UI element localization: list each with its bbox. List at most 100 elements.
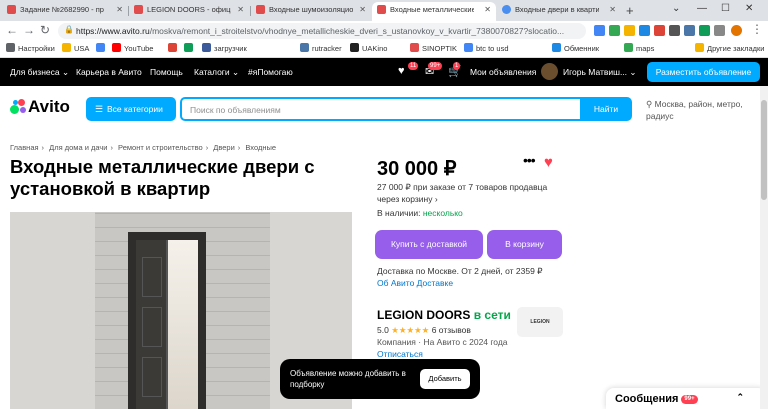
seller-company-info: Компания · На Авито с 2024 года (377, 337, 508, 347)
bookmark-item[interactable]: maps (624, 43, 654, 53)
gear-icon (6, 43, 15, 52)
buy-with-delivery-button[interactable]: Купить с доставкой (375, 230, 483, 259)
favorites-heart-icon[interactable]: ♥ (398, 65, 405, 77)
extension-icon[interactable] (654, 25, 665, 36)
tab-favicon-icon (377, 5, 386, 14)
for-business-menu[interactable]: Для бизнеса ⌄ (10, 67, 69, 78)
bookmark-item[interactable] (168, 43, 180, 53)
cart-discount-note[interactable]: 27 000 ₽ при заказе от 7 товаров продавц… (377, 181, 567, 205)
post-ad-button[interactable]: Разместить объявление (647, 62, 760, 82)
tab-search-icon[interactable]: ⌄ (672, 3, 680, 14)
rutracker-icon (300, 43, 309, 52)
location-pin-icon: ⚲ (646, 99, 653, 109)
page-title: Входные металлические двери с установкой… (10, 156, 315, 199)
stock-status: В наличии: несколько (377, 208, 463, 218)
bookmark-item[interactable]: Обменник (552, 43, 599, 53)
extension-icon[interactable] (669, 25, 680, 36)
tab-favicon-icon (256, 5, 265, 14)
browser-tab[interactable]: Входные шумоизоляционны✕ (251, 2, 371, 21)
menu-icon[interactable]: ⋮ (751, 22, 763, 36)
browser-tab-active[interactable]: Входные металлические две✕ (372, 2, 496, 21)
minimize-icon[interactable]: — (697, 3, 707, 14)
bookmark-item[interactable]: Настройки (6, 43, 55, 53)
close-window-icon[interactable]: ✕ (745, 3, 753, 14)
profile-icon[interactable] (731, 25, 742, 36)
bookmark-item[interactable]: YouTube (112, 43, 153, 53)
browser-tab[interactable]: Входные двери в квартиру от✕ (497, 2, 621, 21)
user-menu[interactable]: Игорь Матвиш... ⌄ (563, 67, 637, 78)
site-top-bar: Для бизнеса ⌄ Карьера в Авито Помощь Кат… (0, 58, 768, 86)
chevron-up-icon[interactable]: ⌃ (736, 392, 744, 403)
extension-icon[interactable] (594, 25, 605, 36)
close-tab-icon[interactable]: ✕ (237, 5, 244, 14)
extension-icon[interactable] (699, 25, 710, 36)
puzzle-icon[interactable] (714, 25, 725, 36)
bookmark-item[interactable] (184, 43, 196, 53)
browser-tab[interactable]: Задание №2682990 - просмо✕ (2, 2, 128, 21)
back-icon[interactable]: ← (6, 23, 18, 37)
location-selector[interactable]: ⚲ Москва, район, метро, радиус (646, 98, 766, 122)
bookmark-item[interactable]: btc to usd (464, 43, 509, 53)
site-icon (184, 43, 193, 52)
seller-logo[interactable]: LEGION (517, 307, 563, 337)
notifications-badge: 11 (408, 62, 419, 70)
breadcrumb-item[interactable]: Двери (213, 143, 235, 152)
search-input[interactable]: Поиск по объявлениям (180, 97, 580, 121)
forward-icon[interactable]: → (23, 23, 35, 37)
extension-icon[interactable] (684, 25, 695, 36)
find-button[interactable]: Найти (580, 97, 632, 121)
i-help-link[interactable]: #яПомогаю (248, 67, 293, 77)
close-tab-icon[interactable]: ✕ (484, 5, 491, 14)
breadcrumb-item[interactable]: Входные (245, 143, 276, 152)
browser-tab[interactable]: LEGION DOORS - официальн✕ (129, 2, 249, 21)
add-to-cart-button[interactable]: В корзину (487, 230, 562, 259)
all-categories-button[interactable]: ☰ Все категории (86, 97, 176, 121)
avito-logo[interactable]: Avito (10, 97, 70, 116)
maximize-icon[interactable]: ☐ (721, 3, 730, 14)
add-to-collection-button[interactable]: Добавить (420, 369, 470, 389)
delivery-info-link[interactable]: Об Авито Доставке (377, 278, 453, 288)
tab-favicon-icon (134, 5, 143, 14)
url-field[interactable]: 🔒 https://www.avito.ru/moskva/remont_i_st… (58, 23, 586, 39)
bookmark-item[interactable]: rutracker (300, 43, 342, 53)
seller-name[interactable]: LEGION DOORS в сети (377, 308, 511, 322)
breadcrumb-item[interactable]: Главная (10, 143, 39, 152)
avatar[interactable] (541, 63, 558, 80)
catalogs-menu[interactable]: Каталоги ⌄ (194, 67, 239, 78)
folder-icon (695, 43, 704, 52)
tab-favicon-icon (502, 5, 511, 14)
unsubscribe-link[interactable]: Отписаться (377, 349, 423, 359)
tab-favicon-icon (7, 5, 16, 14)
google-icon (96, 43, 105, 52)
new-tab-icon[interactable]: + (626, 3, 634, 18)
maps-icon (624, 43, 633, 52)
bookmark-item[interactable]: SINOPTIK (410, 43, 457, 53)
help-link[interactable]: Помощь (150, 67, 183, 77)
bookmark-item[interactable]: USA (62, 43, 89, 53)
close-tab-icon[interactable]: ✕ (359, 5, 366, 14)
breadcrumb-item[interactable]: Для дома и дачи (49, 143, 107, 152)
bookmark-item[interactable] (96, 43, 108, 53)
breadcrumb-item[interactable]: Ремонт и строительство (118, 143, 203, 152)
close-tab-icon[interactable]: ✕ (116, 5, 123, 14)
reload-icon[interactable]: ↻ (40, 23, 50, 37)
favorite-heart-icon[interactable]: ♥ (544, 154, 553, 171)
messages-badge: 99+ (428, 62, 443, 70)
bookmark-item[interactable]: Другие закладки (695, 43, 764, 53)
close-tab-icon[interactable]: ✕ (609, 5, 616, 14)
extension-icon[interactable] (609, 25, 620, 36)
messages-widget[interactable]: Сообщения 99+ ⌃ (606, 388, 766, 409)
seller-rating[interactable]: 5.0 ★★★★★ 6 отзывов (377, 325, 471, 336)
scrollbar-thumb[interactable] (761, 100, 767, 200)
menu-grid-icon: ☰ (95, 104, 104, 114)
extension-icon[interactable] (639, 25, 650, 36)
bookmark-item[interactable]: загрузчик (202, 43, 247, 53)
rating-stars-icon: ★★★★★ (391, 325, 430, 335)
extension-icon[interactable] (624, 25, 635, 36)
bookmark-item[interactable]: UAKino (350, 43, 387, 53)
more-options-icon[interactable]: ••• (523, 152, 536, 168)
lock-icon: 🔒 (64, 25, 74, 34)
career-link[interactable]: Карьера в Авито (76, 67, 142, 77)
exchange-icon (552, 43, 561, 52)
my-ads-link[interactable]: Мои объявления (470, 67, 536, 77)
